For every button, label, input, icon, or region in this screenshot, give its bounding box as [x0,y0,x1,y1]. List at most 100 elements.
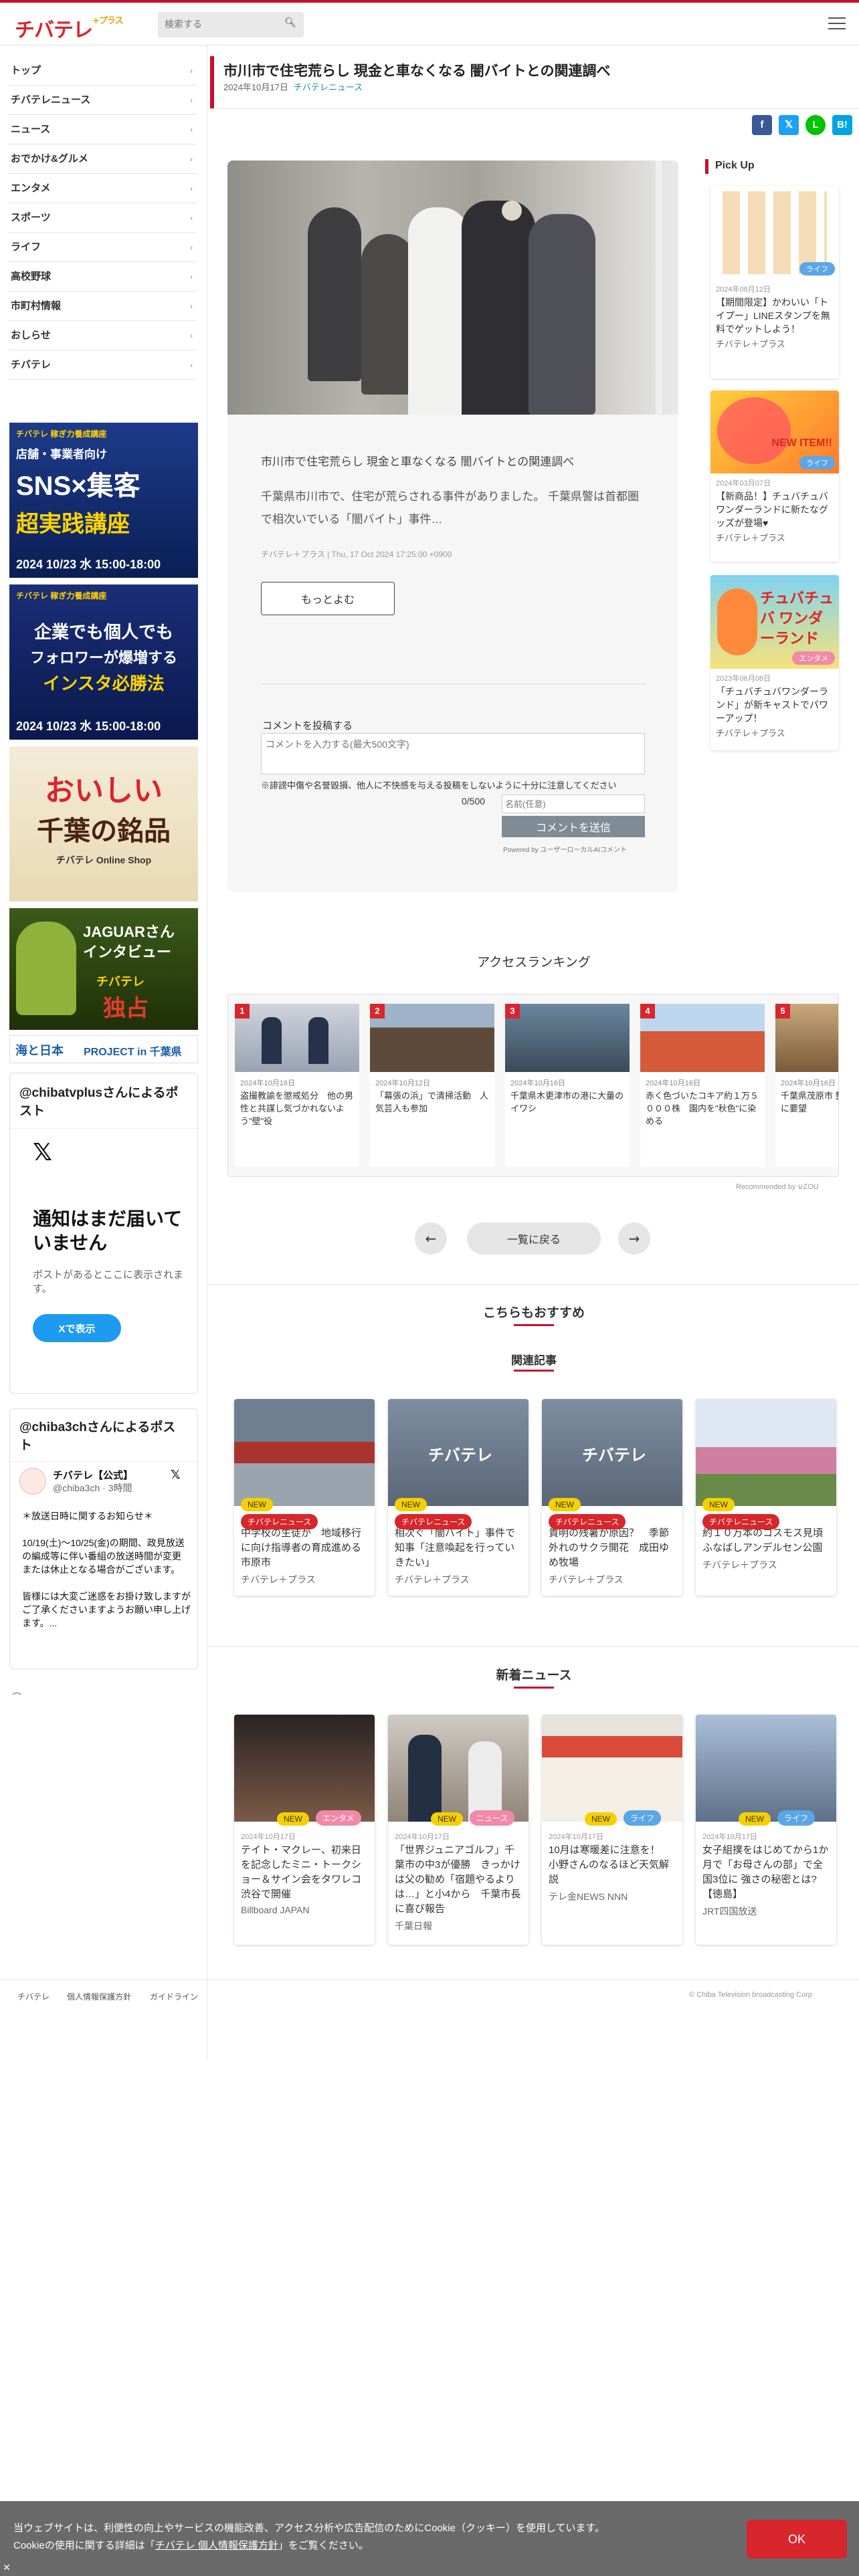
pickup-card[interactable]: NEW ITEM!! ライフ 2024年03月07日 【新商品！】チュバチュバワ… [710,391,839,562]
recommended-by-label[interactable]: Recommended by ⊌ZOU [736,1182,819,1191]
divider [209,1646,859,1647]
nav-item-oshirase[interactable]: おしらせ › [8,321,197,350]
site-footer: チバテレ 個人情報保護方針 ガイドライン © Chiba Television … [0,1979,859,2013]
chevron-right-icon: › [190,360,193,370]
heading-underline [514,1370,554,1372]
ranking-item[interactable]: 1 2024年10月16日 盗撮教諭を懲戒処分 他の男性と共謀し気づかれないよう… [235,1004,359,1167]
nav-item-life[interactable]: ライフ › [8,233,197,262]
banner-jaguar-interview[interactable]: JAGUARさん インタビュー チバテレ 独占 [9,908,198,1030]
footer-link-guideline[interactable]: ガイドライン [150,1991,198,2002]
recommend-heading: こちらもおすすめ [482,1306,585,1320]
heading-underline [514,1687,554,1689]
close-icon[interactable]: ✕ [0,2563,13,2576]
pickup-card[interactable]: ライフ 2024年08月12日 【期間限定】かわいい「トイプー」LINEスタンプ… [710,186,839,379]
nav-item-top[interactable]: トップ › [8,56,197,86]
banner-sns-seminar[interactable]: チバテレ 稼ぎ力養成講座 店舗・事業者向け SNS×集客 超実践講座 2024 … [9,423,198,578]
x-share-icon[interactable]: 𝕏 [779,115,799,135]
comment-powered-by[interactable]: Powered by ユーザーローカルAIコメント [503,844,627,854]
title-accent-bar [210,56,214,108]
privacy-policy-link[interactable]: チバテレ 個人情報保護方針 [155,2540,278,2551]
article-thumbnail: NEW ニュース [388,1715,529,1826]
sidebar: トップ › チバテレニュース › ニュース › おでかけ&グルメ › エンタメ › スポー… [0,45,207,2060]
site-logo[interactable]: チバテレ+プラス [15,13,124,42]
nav-item-news[interactable]: ニュース › [8,115,197,144]
latest-news-heading: 新着ニュース [496,1669,572,1683]
avatar[interactable] [19,1468,46,1495]
nav-item-odekake[interactable]: おでかけ&グルメ › [8,144,197,174]
search-icon[interactable]: 🔍︎ [282,17,298,32]
comment-textarea[interactable] [261,733,645,774]
pickup-card[interactable]: チュバチュバ ワンダーランド エンタメ 2023年06月08日 「チュバチュバワ… [710,575,839,750]
comment-note: ※誹謗中傷や名誉毀損、他人に不快感を与える投稿をしないように十分に注意してくださ… [261,780,617,790]
nav-item-koko-yakyu[interactable]: 高校野球 › [8,262,197,292]
copyright: © Chiba Television broadcasting Corp [689,1991,813,1999]
article-thumbnail: NEW [696,1399,836,1511]
latest-news-card[interactable]: NEW エンタメ 2024年10月17日 テイト・マクレー、初来日を記念したミニ… [234,1715,375,1945]
ranking-thumbnail [640,1004,765,1072]
chevron-right-icon: › [190,213,193,223]
footer-link-privacy[interactable]: 個人情報保護方針 [67,1991,131,2002]
chevron-right-icon: › [190,243,193,252]
article-category[interactable]: チバテレニュース [294,82,363,92]
x-embed-chibatvplus: @chibatvplusさんによるポスト 𝕏 通知はまだ届いていません ポストが… [9,1073,198,1394]
related-article-card[interactable]: チバテレ NEW チバテレニュース 相次ぐ「闇バイト」事件で知事「注意喚起を行っ… [388,1399,529,1596]
banner-umi-to-nippon[interactable]: 海と日本 PROJECT in 千葉県 [9,1035,198,1063]
pickup-heading: Pick Up [705,159,839,174]
cookie-banner: 当ウェブサイトは、利便性の向上やサービスの機能改善、アクセス分析や広告配信のため… [0,2501,859,2576]
back-to-list-button[interactable]: 一覧に戻る [467,1222,601,1255]
view-on-x-button[interactable]: Xで表示 [33,1314,121,1342]
jaguar-figure-image [16,922,76,1015]
latest-news-card[interactable]: NEW ニュース 2024年10月17日 「世界ジュニアゴルフ」千葉市の中3が優… [388,1715,529,1945]
cookie-ok-button[interactable]: OK [747,2520,847,2559]
x-logo-icon: 𝕏 [171,1468,181,1482]
chevron-right-icon: › [190,154,193,164]
chevron-right-icon: › [190,272,193,282]
banner-insta-seminar[interactable]: チバテレ 稼ぎ力養成講座 企業でも個人でも フォロワーが爆増する インスタ必勝法… [9,584,198,740]
related-article-card[interactable]: NEW チバテレニュース 中学校の生徒が 地域移行に向け指導者の育成進める 市原… [234,1399,375,1596]
nav-item-chibatele[interactable]: チバテレ › [8,350,197,380]
banner-online-shop[interactable]: おいしい 千葉の銘品 チバテレ Online Shop [9,746,198,901]
line-share-icon[interactable]: L [805,115,826,135]
related-articles-heading: 関連記事 [511,1354,557,1367]
page-title: 市川市で住宅荒らし 現金と車なくなる 闇バイトとの関連調べ [223,64,611,79]
chevron-right-icon: › [190,66,193,76]
related-article-card[interactable]: チバテレ NEW チバテレニュース 貴明の残暑が原因？ 季節外れのサクラ開花 成… [542,1399,682,1596]
divider [209,1284,859,1285]
hatena-bookmark-icon[interactable]: B! [832,115,852,135]
ranking-carousel: 1 2024年10月16日 盗撮教諭を懲戒処分 他の男性と共謀し気づかれないよう… [227,994,839,1177]
footer-link-chibatele[interactable]: チバテレ [17,1991,50,2002]
article-lead-title: 市川市で住宅荒らし 現金と車なくなる 闇バイトとの関連調べ [261,455,575,468]
nav-item-city-info[interactable]: 市町村情報 › [8,292,197,321]
ranking-item[interactable]: 2 2024年10月12日 「幕張の浜」で清掃活動 人気芸人も参加 [370,1004,494,1167]
ranking-item[interactable]: 5 2024年10月16日 千葉県茂原市 整備促進を県に要望 [775,1004,838,1167]
nav-item-sports[interactable]: スポーツ › [8,203,197,233]
nav-item-chibatele-news[interactable]: チバテレニュース › [8,86,197,115]
latest-news-card[interactable]: NEW ライフ 2024年10月17日 女子組撲をはじめてから1か月で「お母さん… [696,1715,836,1945]
related-article-card[interactable]: NEW チバテレニュース 約１０万本のコスモス見頃 ふなばしアンデルセン公園 チ… [696,1399,836,1596]
chevron-right-icon: › [190,125,193,134]
prev-page-button[interactable]: ← [415,1222,447,1255]
latest-news-card[interactable]: NEW ライフ 2024年10月17日 10月は寒暖差に注意を！ 小野さんのなる… [542,1715,682,1945]
article-lead-body: 千葉県市川市で、住宅が荒らされる事件がありました。 千葉県警は首都圏で相次いでい… [261,490,640,526]
ranking-item[interactable]: 4 2024年10月16日 赤く色づいたコキア約１万５０００株 園内を"秋色"に… [640,1004,765,1167]
article-thumbnail: NEW [234,1399,375,1511]
rss-icon[interactable]: ⌒ [12,1691,21,1704]
pickup-image-stickers: ライフ [710,186,839,280]
comment-name-field[interactable] [502,794,645,813]
ranking-item[interactable]: 3 2024年10月16日 千葉県木更津市の港に大量のイワシ [505,1004,630,1167]
read-more-button[interactable]: もっとよむ [261,582,395,615]
divider [261,683,646,684]
next-page-button[interactable]: → [618,1222,650,1255]
search-input[interactable] [165,17,278,32]
nav-item-entame[interactable]: エンタメ › [8,174,197,203]
comment-submit-button[interactable]: コメントを送信 [502,816,645,837]
facebook-share-icon[interactable]: f [752,115,772,135]
chevron-right-icon: › [190,96,193,105]
pickup-image-wonderland: チュバチュバ ワンダーランド エンタメ [710,575,839,669]
chevron-right-icon: › [190,184,193,193]
ranking-thumbnail [235,1004,359,1072]
article-thumbnail: NEW エンタメ [234,1715,375,1826]
article-photo[interactable] [227,160,678,415]
hamburger-icon[interactable] [828,17,846,31]
site-header: チバテレ+プラス 🔍︎ [0,3,859,45]
